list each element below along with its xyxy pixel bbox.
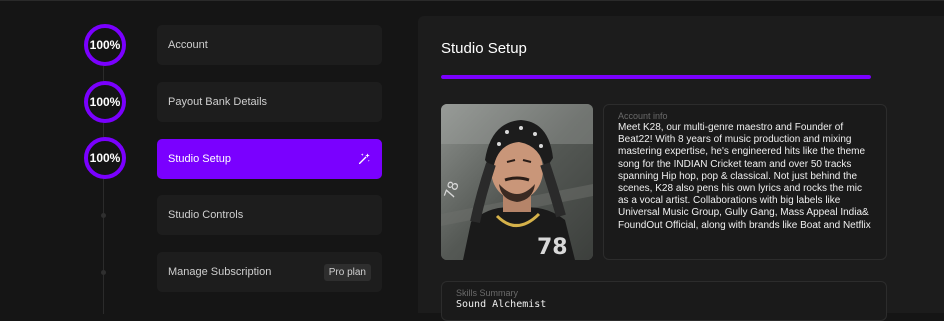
- setup-progress-bar: [441, 75, 871, 79]
- step-2-progress-circle: 100%: [84, 81, 126, 123]
- step-account[interactable]: Account: [157, 25, 382, 65]
- step-3-progress-circle: 100%: [84, 137, 126, 179]
- step-4-marker: [101, 213, 106, 218]
- skills-summary-card[interactable]: Skills Summary Sound Alchemist: [441, 281, 887, 321]
- step-manage-subscription-label: Manage Subscription: [168, 266, 272, 278]
- step-studio-controls[interactable]: Studio Controls: [157, 195, 382, 235]
- skills-summary-label: Skills Summary: [456, 288, 519, 298]
- step-account-label: Account: [168, 39, 208, 51]
- step-5-marker: [101, 270, 106, 275]
- step-payout-bank-details-label: Payout Bank Details: [168, 96, 268, 108]
- top-divider: [0, 0, 944, 1]
- account-info-label: Account info: [618, 111, 668, 121]
- account-info-text: Meet K28, our multi-genre maestro and Fo…: [618, 122, 871, 231]
- step-manage-subscription[interactable]: Manage Subscription Pro plan: [157, 252, 382, 292]
- step-1-progress-circle: 100%: [84, 24, 126, 66]
- panel-title: Studio Setup: [441, 40, 527, 57]
- skills-summary-value: Sound Alchemist: [456, 299, 547, 310]
- step-studio-setup-label: Studio Setup: [168, 153, 231, 165]
- step-studio-setup[interactable]: Studio Setup: [157, 139, 382, 179]
- pro-plan-badge: Pro plan: [323, 263, 371, 281]
- svg-text:78: 78: [537, 235, 568, 260]
- profile-photo[interactable]: 78 78: [441, 104, 593, 260]
- account-info-card[interactable]: Account info Meet K28, our multi-genre m…: [603, 104, 887, 260]
- profile-photo-image: 78 78: [441, 104, 593, 260]
- step-payout-bank-details[interactable]: Payout Bank Details: [157, 82, 382, 122]
- magic-wand-icon: [358, 153, 370, 165]
- step-studio-controls-label: Studio Controls: [168, 209, 244, 221]
- setup-progress-fill: [441, 75, 871, 79]
